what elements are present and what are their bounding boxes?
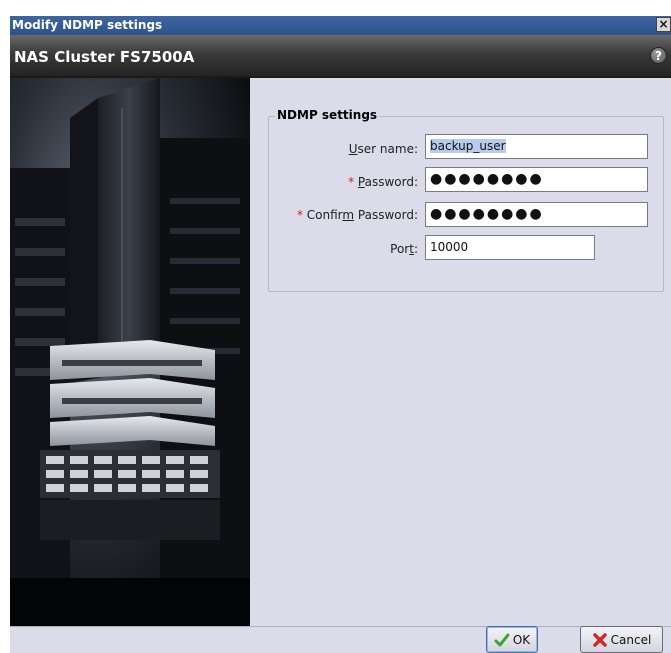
close-button[interactable]: × xyxy=(656,17,671,32)
user-name-input[interactable]: backup_user xyxy=(425,134,648,159)
ok-button[interactable]: OK xyxy=(486,626,538,653)
confirm-password-label: * Confirm Password: xyxy=(296,208,418,222)
required-marker: * xyxy=(348,175,355,189)
storage-hardware-image xyxy=(10,78,250,626)
modify-ndmp-dialog: Modify NDMP settings × NAS Cluster FS750… xyxy=(10,16,671,653)
password-input[interactable]: ●●●●●●●● xyxy=(425,167,648,192)
user-name-value: backup_user xyxy=(430,139,506,153)
port-input[interactable]: 10000 xyxy=(425,235,595,260)
cluster-name: NAS Cluster FS7500A xyxy=(14,48,195,66)
help-icon[interactable]: ? xyxy=(650,47,667,64)
dialog-footer: OK Cancel xyxy=(10,626,671,653)
close-icon: × xyxy=(658,17,669,31)
cancel-label: Cancel xyxy=(610,632,652,647)
port-label: Port: xyxy=(390,242,418,256)
checkmark-icon xyxy=(494,632,510,648)
ok-label: OK xyxy=(512,632,531,647)
title-bar[interactable]: Modify NDMP settings × xyxy=(10,16,671,35)
x-icon xyxy=(592,632,608,648)
user-name-label: User name: xyxy=(348,142,418,156)
ndmp-settings-legend: NDMP settings xyxy=(275,108,380,122)
cancel-button[interactable]: Cancel xyxy=(580,626,663,653)
password-label: * Password: xyxy=(348,175,418,189)
dialog-header: NAS Cluster FS7500A ? xyxy=(10,35,671,78)
required-marker: * xyxy=(296,208,303,222)
window-title: Modify NDMP settings xyxy=(12,18,163,32)
confirm-password-input[interactable]: ●●●●●●●● xyxy=(425,202,648,227)
